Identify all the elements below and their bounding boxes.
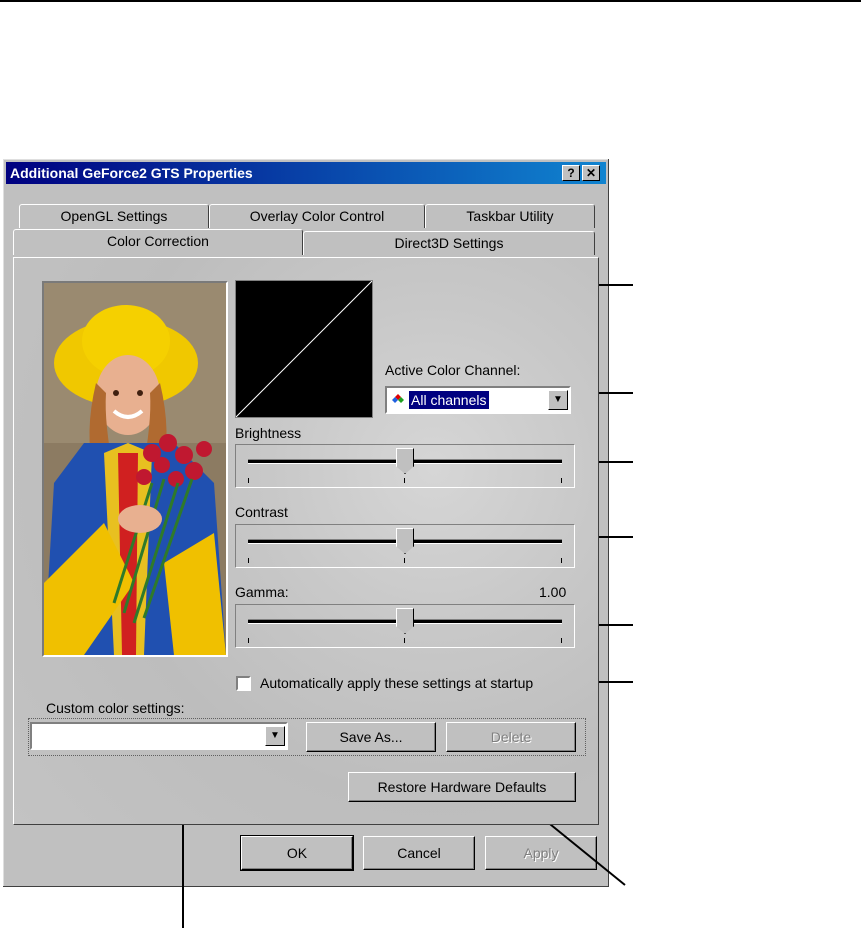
- gamma-value: 1.00: [539, 584, 567, 600]
- properties-dialog: Additional GeForce2 GTS Properties ? ✕ O…: [2, 158, 610, 888]
- custom-settings-combo[interactable]: ▼: [30, 722, 288, 750]
- slider-tick: [248, 478, 249, 483]
- auto-apply-checkbox[interactable]: [236, 676, 251, 691]
- active-channel-value: All channels: [408, 390, 490, 410]
- preview-image: [42, 281, 228, 657]
- slider-tick: [404, 558, 405, 563]
- color-curve-preview: [235, 280, 373, 418]
- slider-tick: [404, 478, 405, 483]
- auto-apply-label[interactable]: Automatically apply these settings at st…: [260, 675, 533, 691]
- slider-tick: [248, 558, 249, 563]
- rgb-channels-icon: [391, 393, 405, 407]
- gamma-thumb[interactable]: [396, 608, 414, 634]
- slider-tick: [561, 638, 562, 643]
- color-correction-panel: Active Color Channel: All channels ▼ Bri…: [13, 257, 599, 825]
- slider-tick: [561, 478, 562, 483]
- brightness-thumb[interactable]: [396, 448, 414, 474]
- slider-tick: [248, 638, 249, 643]
- chevron-down-icon[interactable]: ▼: [265, 726, 285, 746]
- gamma-label: Gamma:: [235, 584, 289, 600]
- custom-settings-label: Custom color settings:: [46, 700, 185, 716]
- restore-defaults-button[interactable]: Restore Hardware Defaults: [348, 772, 576, 802]
- slider-tick: [404, 638, 405, 643]
- contrast-thumb[interactable]: [396, 528, 414, 554]
- save-as-button[interactable]: Save As...: [306, 722, 436, 752]
- active-channel-label: Active Color Channel:: [385, 362, 521, 378]
- gamma-slider[interactable]: [235, 604, 575, 648]
- preview-photo-illustration: [44, 283, 226, 655]
- chevron-down-icon[interactable]: ▼: [548, 390, 568, 410]
- active-channel-select[interactable]: All channels ▼: [385, 386, 571, 414]
- delete-button[interactable]: Delete: [446, 722, 576, 752]
- contrast-label: Contrast: [235, 504, 288, 520]
- contrast-slider[interactable]: [235, 524, 575, 568]
- color-curve-line: [235, 280, 373, 418]
- tab-color-correction[interactable]: Color Correction: [13, 229, 303, 255]
- brightness-label: Brightness: [235, 425, 302, 441]
- slider-tick: [561, 558, 562, 563]
- brightness-slider[interactable]: [235, 444, 575, 488]
